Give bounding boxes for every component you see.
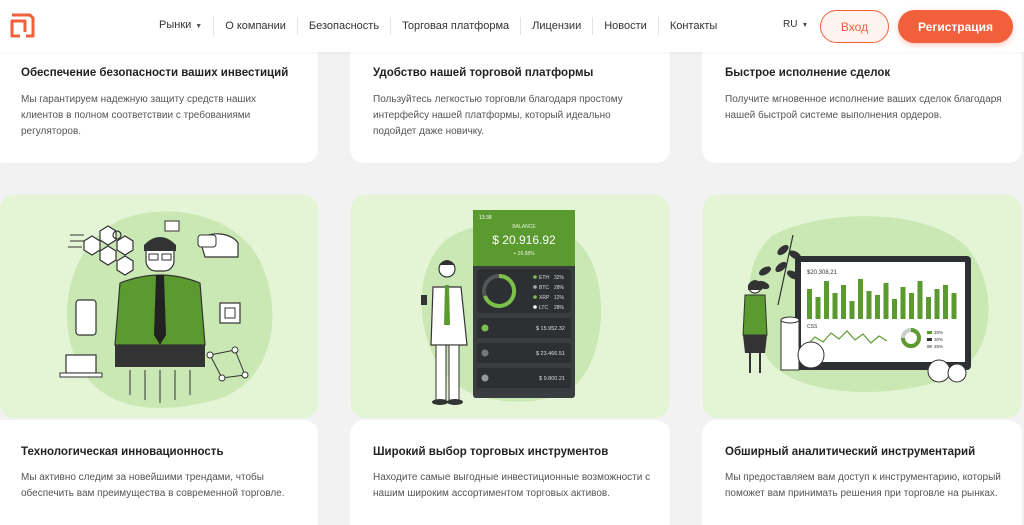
card-title: Обеспечение безопасности ваших инвестици… — [21, 67, 289, 79]
asset-name: XRP — [539, 295, 550, 301]
monitor-bar — [909, 293, 914, 319]
card-title: Удобство нашей торговой платформы — [373, 67, 594, 79]
card-text: Мы гарантируем надежную защиту средств н… — [21, 94, 257, 137]
nav-label: Рынки — [159, 19, 192, 31]
card-text: Мы активно следим за новейшими трендами,… — [21, 472, 285, 499]
monitor-bar — [917, 281, 923, 319]
monitor-bar — [832, 293, 838, 319]
nav-item-contacts[interactable]: Контакты — [659, 17, 729, 35]
phone-time: 13:38 — [479, 215, 492, 221]
legend-pct: 30% — [934, 337, 943, 342]
feature-card-instruments: Широкий выбор торговых инструментов Нахо… — [350, 420, 670, 525]
register-button[interactable]: Регистрация — [898, 10, 1013, 43]
monitor-bar — [900, 287, 906, 319]
phone-row-value: $ 9.800.21 — [539, 376, 565, 382]
logo-icon[interactable] — [8, 12, 36, 40]
feature-card-innovation: Технологическая инновационность Мы актив… — [0, 420, 318, 525]
asset-pct: 28% — [554, 305, 565, 311]
phone-row-value: $ 15.952.32 — [536, 326, 565, 332]
nav-item-markets[interactable]: Рынки ▼ — [148, 16, 215, 36]
monitor-bar — [866, 291, 872, 319]
phone-balance-value: $ 20.916.92 — [492, 233, 556, 247]
card-title: Широкий выбор торговых инструментов — [373, 446, 609, 458]
illustration-tech-innovation — [0, 195, 318, 418]
nav-item-platform[interactable]: Торговая платформа — [391, 17, 522, 35]
feature-card-analytics: Обширный аналитический инструментарий Мы… — [702, 420, 1022, 525]
legend-pct: 25% — [934, 344, 943, 349]
monitor-sublabel: CSS — [807, 324, 818, 330]
card-title: Быстрое исполнение сделок — [725, 67, 891, 79]
feature-card-execution: Быстрое исполнение сделок Получите мгнов… — [702, 40, 1022, 163]
login-button[interactable]: Вход — [820, 10, 889, 43]
asset-name: BTC — [539, 285, 549, 291]
chevron-down-icon: ▼ — [195, 23, 203, 30]
nav-item-security[interactable]: Безопасность — [298, 17, 392, 35]
card-title: Технологическая инновационность — [21, 446, 224, 458]
monitor-bar — [883, 283, 889, 319]
asset-name: LTC — [539, 305, 548, 311]
phone-balance-change: + 26.58% — [513, 251, 535, 257]
monitor-bar — [951, 293, 957, 319]
phone-balance-heading: BALANCE — [512, 224, 536, 230]
monitor-bar — [943, 285, 948, 319]
asset-pct: 12% — [554, 295, 565, 301]
language-label: RU — [783, 19, 798, 30]
monitor-bar — [858, 279, 863, 319]
nav-item-licenses[interactable]: Лицензии — [521, 17, 594, 35]
monitor-bar — [926, 297, 931, 319]
legend-pct: 20% — [934, 330, 943, 335]
nav-item-about[interactable]: О компании — [214, 17, 298, 35]
monitor-bar — [849, 301, 855, 319]
chevron-down-icon: ▼ — [801, 22, 809, 29]
monitor-bar — [815, 297, 821, 319]
main-nav: Рынки ▼ О компании Безопасность Торговая … — [148, 0, 728, 52]
feature-card-platform: Удобство нашей торговой платформы Пользу… — [350, 40, 670, 163]
card-text: Пользуйтесь легкостью торговли благодаря… — [373, 94, 623, 137]
card-text: Мы предоставляем вам доступ к инструмент… — [725, 472, 1001, 499]
monitor-bar — [841, 285, 846, 319]
asset-name: ETH — [539, 275, 549, 281]
monitor-bar — [807, 289, 812, 319]
monitor-value: $20.308,21 — [807, 270, 838, 276]
card-text: Получите мгновенное исполнение ваших сде… — [725, 94, 1002, 121]
illustration-trading-app: 13:38 BALANCE $ 20.916.92 + 26.58% ETH 32… — [351, 195, 669, 418]
monitor-bar — [892, 299, 897, 319]
monitor-bar — [875, 295, 880, 319]
phone-mockup-svg: 13:38 BALANCE $ 20.916.92 + 26.58% ETH 32… — [421, 210, 602, 405]
illustration-analytics: $20.308,21 CSS 20% 30% 25% — [703, 195, 1021, 418]
site-header: Рынки ▼ О компании Безопасность Торговая … — [0, 0, 1024, 52]
feature-card-security: Обеспечение безопасности ваших инвестици… — [0, 40, 318, 163]
analytics-svg: $20.308,21 CSS 20% 30% 25% — [742, 216, 989, 392]
nav-item-news[interactable]: Новости — [593, 17, 659, 35]
card-text: Находите самые выгодные инвестиционные в… — [373, 472, 651, 499]
asset-pct: 28% — [554, 285, 565, 291]
asset-pct: 32% — [554, 275, 565, 281]
monitor-bar — [934, 289, 940, 319]
phone-row-value: $ 23.466.51 — [536, 351, 565, 357]
card-title: Обширный аналитический инструментарий — [725, 446, 976, 458]
language-selector[interactable]: RU ▼ — [783, 19, 808, 30]
monitor-bar — [824, 281, 829, 319]
